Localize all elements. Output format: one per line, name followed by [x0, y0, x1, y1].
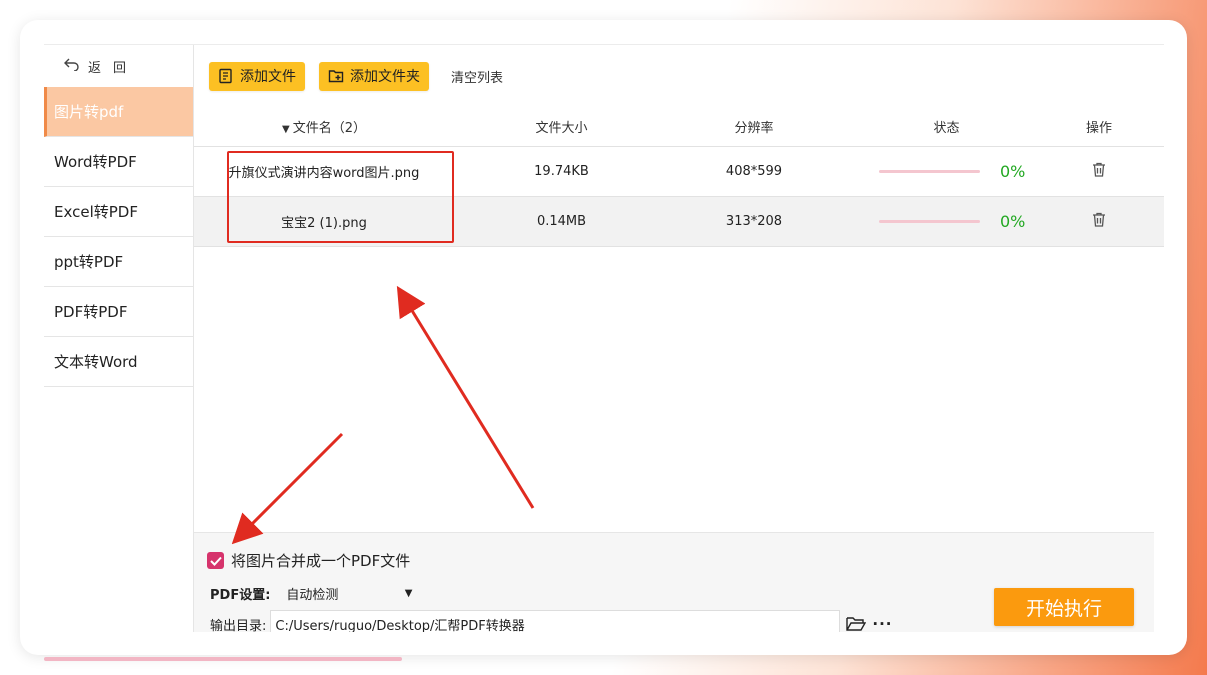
cell-action: [1054, 212, 1144, 231]
more-options-button[interactable]: ···: [872, 615, 892, 632]
cell-action: [1054, 162, 1144, 181]
app-card: 返回 图片转pdf Word转PDF Excel转PDF ppt转PDF PDF…: [20, 20, 1187, 655]
start-button[interactable]: 开始执行: [994, 588, 1134, 626]
merge-checkbox[interactable]: [207, 552, 224, 569]
table-header: ▼ 文件名（2） 文件大小 分辨率 状态 操作: [194, 107, 1164, 147]
sort-desc-icon: ▼: [282, 124, 290, 135]
main-panel: 添加文件 添加文件夹 清空列表 ▼ 文件名（2） 文件大小 分辨率 状态 操作 升…: [194, 45, 1164, 632]
sidebar-item-image-to-pdf[interactable]: 图片转pdf: [44, 87, 193, 137]
header-action: 操作: [1085, 121, 1112, 136]
delete-icon[interactable]: [1092, 162, 1106, 181]
add-file-label: 添加文件: [240, 69, 296, 85]
progress-bar: [879, 220, 980, 223]
add-file-icon: [219, 68, 232, 84]
toolbar: 添加文件 添加文件夹 清空列表: [194, 45, 1164, 107]
table-row[interactable]: 升旗仪式演讲内容word图片.png 19.74KB 408*599 0%: [194, 147, 1164, 197]
sidebar-item-label: ppt转PDF: [54, 253, 124, 271]
add-folder-button[interactable]: 添加文件夹: [319, 61, 429, 91]
output-dir-row: 输出目录: ···: [210, 610, 893, 632]
sidebar-item-pdf-to-pdf[interactable]: PDF转PDF: [44, 287, 193, 337]
pdf-settings-select[interactable]: 自动检测 ▼: [282, 581, 420, 605]
horizontal-scrollbar[interactable]: [44, 657, 402, 661]
table-row[interactable]: 宝宝2 (1).png 0.14MB 313*208 0%: [194, 197, 1164, 247]
header-status: 状态: [933, 121, 960, 136]
sidebar-item-label: Word转PDF: [54, 153, 137, 171]
add-folder-label: 添加文件夹: [350, 69, 420, 85]
sidebar-item-label: 图片转pdf: [54, 103, 124, 121]
progress-percent: 0%: [999, 212, 1026, 231]
back-button[interactable]: 返回: [44, 45, 193, 87]
pdf-settings-value: 自动检测: [286, 587, 339, 603]
progress-percent: 0%: [999, 162, 1026, 181]
cell-status: 0%: [839, 212, 1054, 231]
progress-bar: [879, 170, 980, 173]
app-window: 返回 图片转pdf Word转PDF Excel转PDF ppt转PDF PDF…: [44, 44, 1164, 632]
cell-filename: 升旗仪式演讲内容word图片.png: [228, 166, 420, 181]
folder-open-icon[interactable]: [846, 616, 867, 632]
pdf-settings-label: PDF设置:: [210, 587, 271, 603]
clear-list-button[interactable]: 清空列表: [451, 67, 503, 86]
cell-filesize: 19.74KB: [534, 164, 589, 179]
output-dir-label: 输出目录:: [210, 618, 267, 633]
sidebar-item-excel-to-pdf[interactable]: Excel转PDF: [44, 187, 193, 237]
cell-resolution: 408*599: [725, 164, 783, 179]
sidebar-item-word-to-pdf[interactable]: Word转PDF: [44, 137, 193, 187]
output-dir-input[interactable]: [270, 610, 841, 632]
add-file-button[interactable]: 添加文件: [209, 61, 305, 91]
header-filename-label: 文件名（2）: [292, 121, 366, 136]
header-filename[interactable]: ▼ 文件名（2）: [194, 117, 454, 136]
cell-resolution: 313*208: [725, 214, 783, 229]
sidebar-item-text-to-word[interactable]: 文本转Word: [44, 337, 193, 387]
cell-filesize: 0.14MB: [536, 214, 587, 229]
sidebar-item-label: 文本转Word: [54, 353, 138, 371]
merge-label: 将图片合并成一个PDF文件: [231, 552, 411, 570]
pdf-settings-row: PDF设置: 自动检测 ▼: [210, 581, 420, 605]
cell-status: 0%: [839, 162, 1054, 181]
add-folder-icon: [328, 70, 344, 83]
sidebar-item-ppt-to-pdf[interactable]: ppt转PDF: [44, 237, 193, 287]
cell-filename: 宝宝2 (1).png: [281, 216, 367, 231]
sidebar-item-label: PDF转PDF: [54, 303, 128, 321]
delete-icon[interactable]: [1092, 212, 1106, 231]
back-arrow-icon: [64, 57, 80, 75]
check-icon: [209, 556, 222, 566]
back-label: 返回: [88, 60, 139, 76]
sidebar-item-label: Excel转PDF: [54, 203, 138, 221]
chevron-down-icon: ▼: [404, 587, 413, 599]
settings-panel: 将图片合并成一个PDF文件 PDF设置: 自动检测 ▼ 输出目录: ···: [194, 532, 1154, 632]
merge-option: 将图片合并成一个PDF文件: [207, 550, 410, 571]
header-resolution: 分辨率: [734, 121, 774, 136]
sidebar: 返回 图片转pdf Word转PDF Excel转PDF ppt转PDF PDF…: [44, 45, 194, 632]
header-filesize: 文件大小: [535, 121, 588, 136]
